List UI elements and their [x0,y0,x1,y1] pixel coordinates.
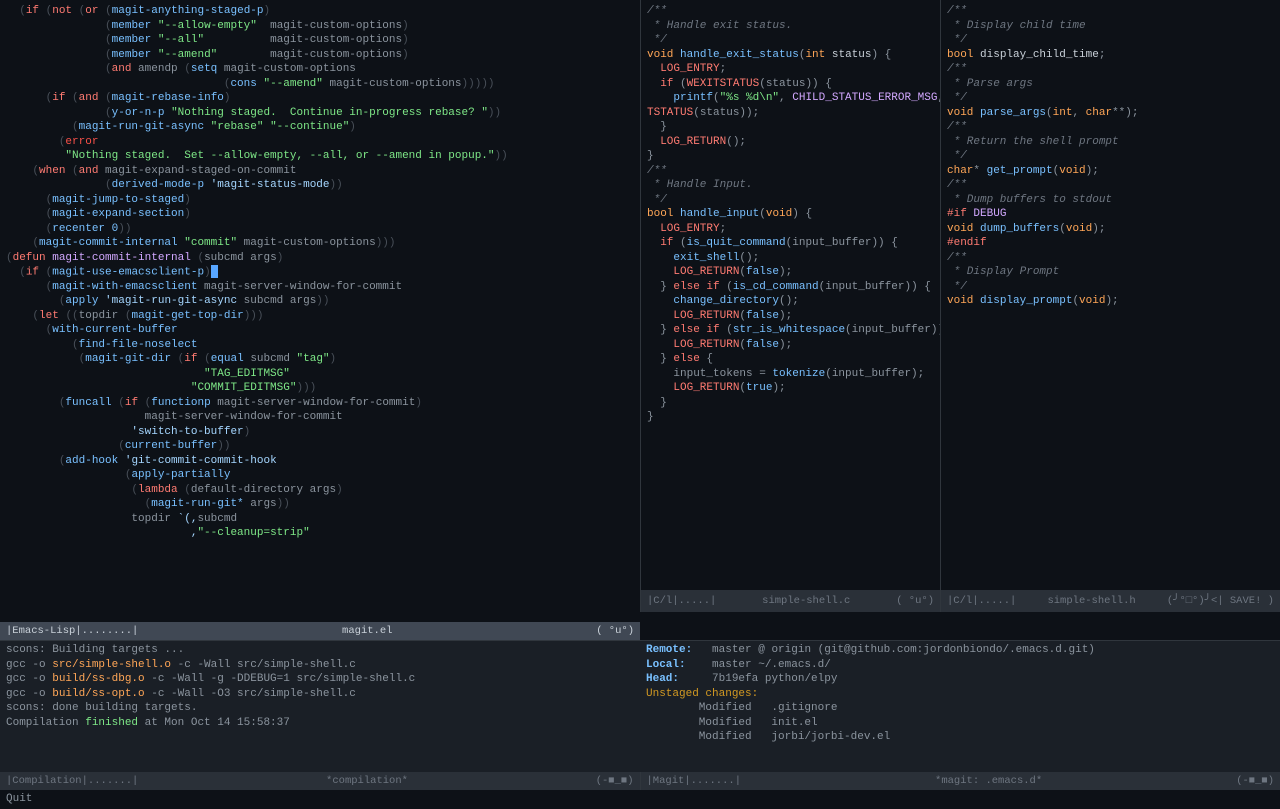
magit-change-item[interactable]: Modified jorbi/jorbi-dev.el [646,730,1274,745]
modeline-magit[interactable]: |Magit|.......| *magit: .emacs.d* (-■_■) [640,772,1280,790]
ml-pos: (╯°□°)╯<| SAVE! ) [1167,594,1274,608]
magit-pane[interactable]: Remote: master @ origin (git@github.com:… [640,640,1280,772]
modeline-compilation[interactable]: |Compilation|.......| *compilation* (-■_… [0,772,640,790]
ml-buffer: simple-shell.h [1018,594,1165,608]
ml-buffer: simple-shell.c [718,594,894,608]
h-code[interactable]: /** * Display child time */bool display_… [947,4,1274,309]
modeline-c[interactable]: |C/l|.....| simple-shell.c ( °u°) [640,590,940,612]
ml-mode: |Magit|.......| [647,774,742,788]
c-source-pane[interactable]: /** * Handle exit status. */void handle_… [640,0,940,590]
ml-pos: ( °u°) [896,594,934,608]
remote-val: master @ origin (git@github.com:jordonbi… [712,644,1095,656]
magit-change-item[interactable]: Modified .gitignore [646,701,1274,716]
elisp-pane[interactable]: (if (not (or (magit-anything-staged-p) (… [0,0,640,640]
compilation-output: scons: Building targets ...gcc -o src/si… [6,643,634,730]
c-panes: /** * Handle exit status. */void handle_… [640,0,1280,640]
modeline-elisp[interactable]: |Emacs-Lisp|........| magit.el ( °u°) [0,622,640,640]
ml-pos: (-■_■) [596,774,634,788]
c-code[interactable]: /** * Handle exit status. */void handle_… [647,4,934,425]
unstaged-header[interactable]: Unstaged changes: [646,688,758,700]
compilation-pane[interactable]: scons: Building targets ...gcc -o src/si… [0,640,640,772]
ml-buffer: *compilation* [140,774,593,788]
h-source-pane[interactable]: /** * Display child time */bool display_… [940,0,1280,590]
local-val: master ~/.emacs.d/ [712,659,831,671]
ml-mode: |C/l|.....| [947,594,1016,608]
magit-change-item[interactable]: Modified init.el [646,716,1274,731]
modeline-h[interactable]: |C/l|.....| simple-shell.h (╯°□°)╯<| SAV… [940,590,1280,612]
ml-mode: |Compilation|.......| [6,774,138,788]
ml-mode: |C/l|.....| [647,594,716,608]
magit-changes[interactable]: Modified .gitignore Modified init.el Mod… [646,701,1274,745]
ml-buffer: *magit: .emacs.d* [743,774,1234,788]
head-val: 7b19efa python/elpy [712,673,837,685]
head-label: Head: [646,673,679,685]
local-label: Local: [646,659,686,671]
ml-pos: ( °u°) [596,624,634,638]
elisp-code[interactable]: (if (not (or (magit-anything-staged-p) (… [6,4,634,541]
ml-pos: (-■_■) [1236,774,1274,788]
ml-mode: |Emacs-Lisp|........| [6,624,138,638]
ml-buffer: magit.el [140,624,594,638]
footer: |Compilation|.......| *compilation* (-■_… [0,772,1280,800]
remote-label: Remote: [646,644,692,656]
